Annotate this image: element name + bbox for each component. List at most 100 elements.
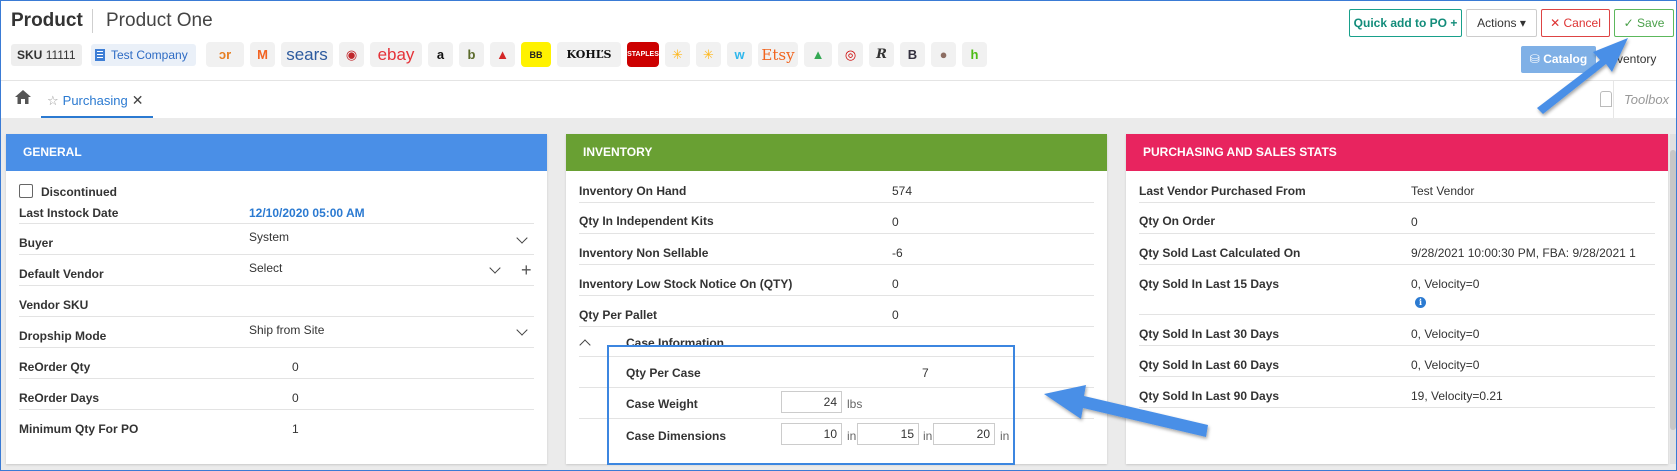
stats-row-value: 0, Velocity=0: [1411, 327, 1480, 341]
magento-logo[interactable]: M: [250, 42, 275, 67]
stats-row-label: Qty Sold In Last 60 Days: [1139, 358, 1280, 372]
bonanza-logo[interactable]: b: [459, 42, 484, 67]
sears-hometown-logo[interactable]: ▲: [490, 42, 515, 67]
stats-row: Last Vendor Purchased From Test Vendor: [1139, 172, 1655, 203]
inv-row-value: 0: [892, 215, 899, 229]
houzz-logo[interactable]: h: [962, 42, 987, 67]
inv-row-label: Inventory Low Stock Notice On (QTY): [579, 277, 793, 291]
close-icon[interactable]: ✕: [132, 92, 144, 108]
add-vendor-icon[interactable]: +: [521, 261, 532, 279]
cancel-button[interactable]: ✕ Cancel: [1541, 9, 1610, 37]
vendor-sku-row: Vendor SKU: [19, 286, 534, 317]
star-icon[interactable]: ☆: [47, 93, 59, 108]
chevron-up-icon[interactable]: [579, 339, 591, 351]
chevron-down-icon[interactable]: [516, 232, 528, 244]
reorder-qty-row: ReOrder Qty 0: [19, 348, 534, 379]
catalog-button[interactable]: ⛁ Catalog: [1521, 46, 1596, 73]
stats-row-label: Qty Sold In Last 15 Days: [1139, 277, 1280, 291]
reverb-logo[interactable]: R: [869, 42, 894, 67]
sku-value: 11111: [45, 48, 76, 62]
stats-row: Qty Sold In Last 30 Days 0, Velocity=0: [1139, 315, 1655, 346]
page-scrollbar[interactable]: [1670, 134, 1676, 464]
stats-row: Qty On Order 0: [1139, 203, 1655, 234]
inv-row: Inventory Low Stock Notice On (QTY) 0: [579, 265, 1094, 296]
reorder-qty-value[interactable]: 0: [292, 360, 299, 374]
home-icon[interactable]: [14, 89, 32, 105]
walmart-ca-logo[interactable]: ✳: [696, 42, 721, 67]
stats-row: Qty Sold In Last 15 Days 0, Velocity=0 i: [1139, 265, 1655, 315]
buyer-select[interactable]: System: [249, 230, 289, 244]
tab-purchasing-label: Purchasing: [62, 93, 128, 108]
etsy-logo[interactable]: Etsy: [758, 42, 798, 67]
scrollbar-thumb[interactable]: [1670, 150, 1676, 430]
staples-logo[interactable]: STAPLES: [627, 42, 659, 67]
stats-row-value: 0, Velocity=0: [1411, 358, 1480, 372]
default-vendor-row: Default Vendor Select +: [19, 255, 534, 286]
stats-row-label: Qty On Order: [1139, 214, 1216, 228]
tab-purchasing[interactable]: ☆ Purchasing ✕: [41, 81, 154, 118]
stats-row-label: Qty Sold Last Calculated On: [1139, 246, 1301, 260]
inv-row-label: Qty Per Pallet: [579, 308, 658, 322]
chevron-down-icon[interactable]: [516, 324, 528, 336]
actions-dropdown-button[interactable]: Actions ▾: [1466, 9, 1537, 37]
reorder-days-label: ReOrder Days: [19, 391, 100, 405]
rakuten-logo[interactable]: ◉: [339, 42, 364, 67]
walmart-logo[interactable]: ✳: [665, 42, 690, 67]
quick-add-to-po-button[interactable]: Quick add to PO +: [1349, 9, 1462, 37]
channeladvisor-logo[interactable]: ɔr: [206, 42, 244, 67]
inventory-panel-title: INVENTORY: [566, 134, 1107, 171]
min-qty-value[interactable]: 1: [292, 422, 299, 436]
discontinued-label: Discontinued: [41, 185, 118, 199]
stats-row: Qty Sold Last Calculated On 9/28/2021 10…: [1139, 234, 1655, 265]
google-shopping-logo[interactable]: ▲: [804, 42, 832, 67]
globe-logo[interactable]: ●: [931, 42, 956, 67]
save-button[interactable]: ✓ Save: [1614, 9, 1674, 37]
inv-row-value: -6: [892, 246, 903, 260]
kohls-logo[interactable]: KOHĽS: [557, 42, 621, 67]
title-divider: [92, 9, 93, 33]
company-badge[interactable]: Test Company: [91, 44, 196, 66]
reorder-days-value[interactable]: 0: [292, 391, 299, 405]
inv-row-value: 0: [892, 277, 899, 291]
stats-row-value: 19, Velocity=0.21: [1411, 389, 1503, 403]
inv-row: Inventory Non Sellable -6: [579, 234, 1094, 265]
last-instock-label: Last Instock Date: [19, 206, 119, 220]
default-vendor-label: Default Vendor: [19, 267, 104, 281]
min-qty-label: Minimum Qty For PO: [19, 422, 139, 436]
reorder-qty-label: ReOrder Qty: [19, 360, 91, 374]
stats-panel-title: PURCHASING AND SALES STATS: [1126, 134, 1668, 171]
reorder-days-row: ReOrder Days 0: [19, 379, 534, 410]
target-logo[interactable]: ◎: [838, 42, 863, 67]
inventory-button[interactable]: Inventory: [1599, 46, 1677, 73]
info-icon[interactable]: i: [1415, 297, 1426, 308]
company-name: Test Company: [111, 48, 188, 62]
stats-row-value: 0: [1411, 215, 1418, 229]
sears-logo[interactable]: sears: [281, 42, 333, 67]
stats-row: Qty Sold In Last 60 Days 0, Velocity=0: [1139, 346, 1655, 377]
amazon-logo[interactable]: a: [428, 42, 453, 67]
general-panel: GENERAL Discontinued Last Instock Date 1…: [6, 134, 547, 464]
bestbuy-logo[interactable]: BB: [521, 42, 551, 67]
inv-row-value: 574: [892, 184, 913, 198]
dropship-mode-row: Dropship Mode Ship from Site: [19, 317, 534, 348]
toolbox-button[interactable]: Toolbox: [1600, 81, 1677, 118]
inv-row-value: 0: [892, 308, 899, 322]
catalog-label: Catalog: [1543, 52, 1588, 66]
inv-row-label: Inventory On Hand: [579, 184, 687, 198]
last-instock-row: Last Instock Date 12/10/2020 05:00 AM: [19, 198, 534, 224]
wish-logo[interactable]: w: [727, 42, 752, 67]
bigcommerce-logo[interactable]: B: [900, 42, 925, 67]
catalog-icon: ⛁: [1529, 52, 1544, 66]
vendor-sku-label: Vendor SKU: [19, 298, 89, 312]
ebay-logo[interactable]: ebay: [370, 42, 422, 67]
purchasing-sales-stats-panel: PURCHASING AND SALES STATS Last Vendor P…: [1126, 134, 1668, 464]
default-vendor-select[interactable]: Select: [249, 261, 282, 275]
chevron-down-icon[interactable]: [489, 262, 501, 274]
case-information-highlight: [607, 345, 1015, 465]
discontinued-checkbox[interactable]: [19, 184, 33, 198]
stats-row-value: 0, Velocity=0: [1411, 277, 1480, 291]
page-title: Product: [11, 10, 83, 31]
dropship-mode-select[interactable]: Ship from Site: [249, 323, 324, 337]
sku-badge: SKU 11111: [11, 44, 82, 66]
sku-label: SKU: [17, 48, 43, 62]
